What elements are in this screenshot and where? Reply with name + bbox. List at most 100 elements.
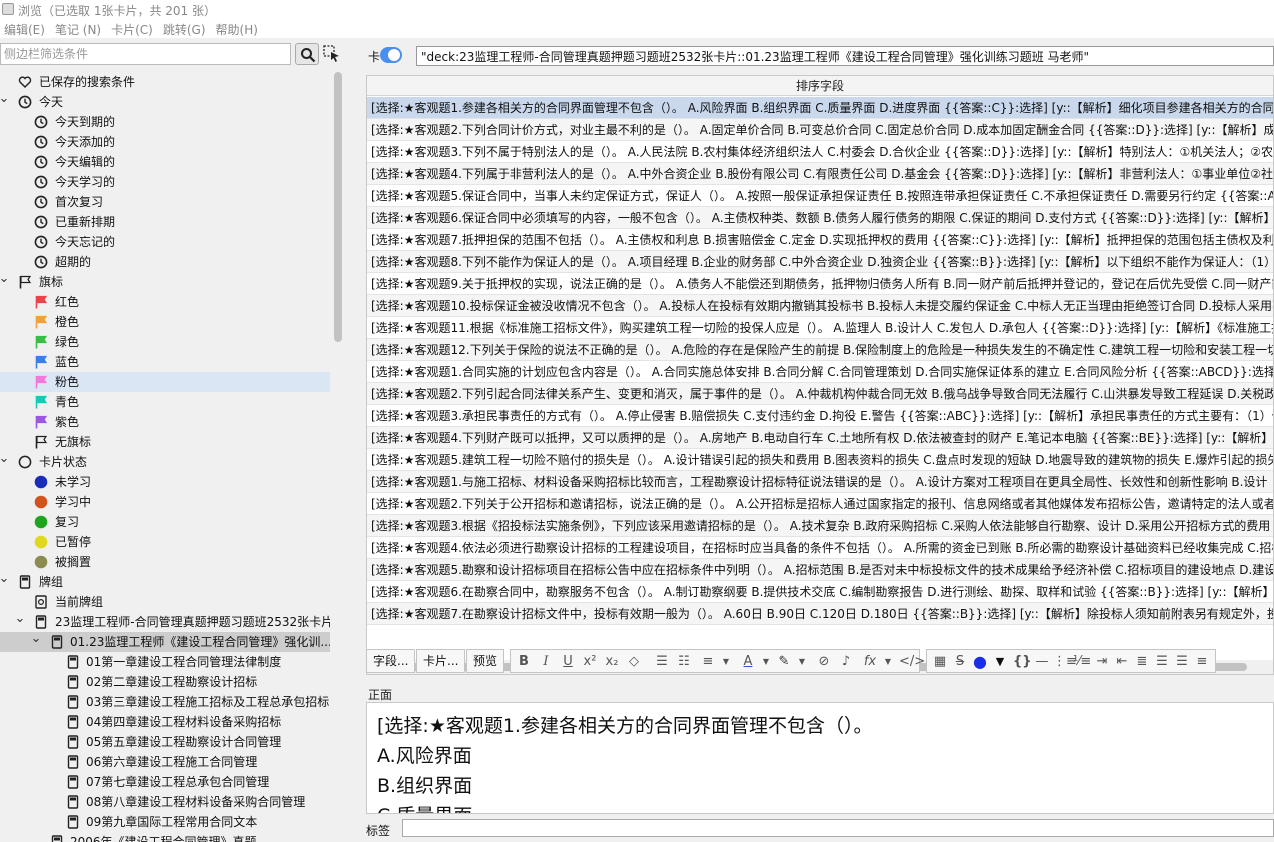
table-row[interactable]: [选择:★客观题3.下列不属于特别法人的是（）。 A.人民法院 B.农村集体经济… <box>367 141 1273 163</box>
chevron-down-icon[interactable]: ⌄ <box>0 272 10 286</box>
unordered-list-icon[interactable]: ⋮≡ <box>1053 653 1077 671</box>
sidebar-item[interactable]: 学习中 <box>0 492 330 512</box>
table-row[interactable]: [选择:★客观题5.保证合同中，当事人未约定保证方式，保证人（）。 A.按照一般… <box>367 185 1273 207</box>
table-row[interactable]: [选择:★客观题2.下列关于公开招标和邀请招标，说法正确的是（）。 A.公开招标… <box>367 493 1273 515</box>
fields-button[interactable]: 字段... <box>366 649 416 673</box>
ordered-list-icon[interactable]: ⅟≡ <box>1073 653 1091 671</box>
table-row[interactable]: [选择:★客观题6.保证合同中必须填写的内容，一般不包含（）。 A.主债权种类、… <box>367 207 1273 229</box>
superscript-icon[interactable]: x² <box>581 653 599 671</box>
table-row[interactable]: [选择:★客观题5.勘察和设计招标项目在招标公告中应在招标条件中列明（）。 A.… <box>367 559 1273 581</box>
sidebar-item[interactable]: 02第二章建设工程勘察设计招标 <box>0 672 330 692</box>
microphone-icon[interactable]: ♪ <box>837 653 855 671</box>
sidebar-item[interactable]: 已保存的搜索条件 <box>0 72 330 92</box>
align-center-icon[interactable]: ≣ <box>1133 653 1151 671</box>
cards-notes-toggle[interactable] <box>380 47 402 63</box>
attachment-icon[interactable]: ⊘ <box>815 653 833 671</box>
chevron-down-icon[interactable]: ▼ <box>879 653 897 671</box>
underline-icon[interactable]: U <box>559 653 577 671</box>
highlight-color-icon[interactable]: ✎ <box>775 653 793 671</box>
sidebar-item[interactable]: ⌄ 牌组 <box>0 572 330 592</box>
table-row[interactable]: [选择:★客观题4.下列属于非营利法人的是（）。 A.中外合资企业 B.股份有限… <box>367 163 1273 185</box>
sidebar-item[interactable]: ⌄ 今天 <box>0 92 330 112</box>
align-right-icon[interactable]: ☰ <box>1173 653 1191 671</box>
bold-icon[interactable]: B <box>515 653 533 671</box>
table-row[interactable]: [选择:★客观题11.根据《标准施工招标文件》，购买建筑工程一切险的投保人应是（… <box>367 317 1273 339</box>
column-header-sort-field[interactable]: 排序字段 <box>367 76 1273 96</box>
chevron-down-icon[interactable]: ⌄ <box>0 92 10 106</box>
table-row[interactable]: [选择:★客观题2.下列合同计价方式，对业主最不利的是（）。 A.固定单价合同 … <box>367 119 1273 141</box>
cards-button[interactable]: 卡片... <box>416 649 466 673</box>
search-query-input[interactable]: "deck:23监理工程师-合同管理真题押题习题班2532张卡片::01.23监… <box>416 46 1274 66</box>
select-mode-button[interactable] <box>322 44 342 64</box>
chevron-down-icon[interactable]: ▼ <box>793 653 811 671</box>
sidebar-item[interactable]: ⌄ 01.23监理工程师《建设工程合同管理》强化训... <box>0 632 330 652</box>
sidebar-item[interactable]: 09第九章国际工程常用合同文本 <box>0 812 330 832</box>
sidebar-item[interactable]: 未学习 <box>0 472 330 492</box>
sidebar-item[interactable]: 08第八章建设工程材料设备采购合同管理 <box>0 792 330 812</box>
sidebar-item[interactable]: 红色 <box>0 292 330 312</box>
chevron-down-icon[interactable]: ⌄ <box>0 452 10 466</box>
sidebar-item[interactable]: 绿色 <box>0 332 330 352</box>
table-row[interactable]: [选择:★客观题7.在勘察设计招标文件中，投标有效期一般为（）。 A.60日 B… <box>367 603 1273 625</box>
table-row[interactable]: [选择:★客观题5.建筑工程一切险不赔付的损失是（）。 A.设计错误引起的损失和… <box>367 449 1273 471</box>
html-editor-icon[interactable]: </> <box>899 653 925 671</box>
sidebar-item[interactable]: 05第五章建设工程勘察设计合同管理 <box>0 732 330 752</box>
sidebar-item[interactable]: 粉色 <box>0 372 330 392</box>
sidebar-item[interactable]: 已暂停 <box>0 532 330 552</box>
sidebar-item[interactable]: 今天忘记的 <box>0 232 330 252</box>
indent-icon[interactable]: ⇥ <box>1093 653 1111 671</box>
sidebar-search-input[interactable] <box>0 43 291 65</box>
sidebar-item[interactable]: 07第七章建设工程总承包合同管理 <box>0 772 330 792</box>
sidebar-item[interactable]: 超期的 <box>0 252 330 272</box>
sidebar-item[interactable]: 03第三章建设工程施工招标及工程总承包招标 <box>0 692 330 712</box>
chevron-down-icon[interactable]: ⌄ <box>14 612 26 626</box>
text-color-icon[interactable]: A <box>739 653 757 671</box>
table-row[interactable]: [选择:★客观题2.下列引起合同法律关系产生、变更和消灭，属于事件的是（）。 A… <box>367 383 1273 405</box>
sidebar-scrollbar[interactable] <box>331 72 345 842</box>
menu-edit[interactable]: 编辑(E) <box>0 20 51 38</box>
sidebar-item[interactable]: 复习 <box>0 512 330 532</box>
strikethrough-icon[interactable]: S <box>951 653 969 671</box>
sidebar-item[interactable]: 蓝色 <box>0 352 330 372</box>
sidebar-item[interactable]: 被搁置 <box>0 552 330 572</box>
front-field-editor[interactable]: [选择:★客观题1.参建各相关方的合同界面管理不包含（）。 A.风险界面 B.组织界… <box>366 702 1274 814</box>
sidebar-item[interactable]: ⌄ 卡片状态 <box>0 452 330 472</box>
sidebar-scrollbar-thumb[interactable] <box>334 72 342 342</box>
sidebar-item[interactable]: 无旗标 <box>0 432 330 452</box>
sidebar-item[interactable]: ⌄ 旗标 <box>0 272 330 292</box>
sidebar-item[interactable]: 06第六章建设工程施工合同管理 <box>0 752 330 772</box>
sidebar-item[interactable]: 04第四章建设工程材料设备采购招标 <box>0 712 330 732</box>
formula-icon[interactable]: fx <box>861 653 879 671</box>
table-row[interactable]: [选择:★客观题12.下列关于保险的说法不正确的是（）。 A.危险的存在是保险产… <box>367 339 1273 361</box>
bullet-list-icon[interactable]: ☰ <box>653 653 671 671</box>
chevron-down-icon[interactable]: ▼ <box>757 653 775 671</box>
outdent-icon[interactable]: ⇤ <box>1113 653 1131 671</box>
splitter[interactable] <box>346 40 360 842</box>
sidebar-item[interactable]: 青色 <box>0 392 330 412</box>
sidebar-item[interactable]: 01第一章建设工程合同管理法律制度 <box>0 652 330 672</box>
horizontal-rule-icon[interactable]: — <box>1033 653 1051 671</box>
table-row[interactable]: [选择:★客观题3.根据《招投标法实施条例》，下列应该采用邀请招标的是（）。 A… <box>367 515 1273 537</box>
search-button[interactable] <box>295 43 319 65</box>
chevron-down-icon[interactable]: ▼ <box>717 653 735 671</box>
preview-button[interactable]: 预览 <box>466 649 505 673</box>
table-row[interactable]: [选择:★客观题9.关于抵押权的实现，说法正确的是（）。 A.债务人不能偿还到期… <box>367 273 1273 295</box>
table-row[interactable]: [选择:★客观题3.承担民事责任的方式有（）。 A.停止侵害 B.赔偿损失 C.… <box>367 405 1273 427</box>
menu-notes[interactable]: 笔记 (N) <box>51 20 107 38</box>
table-row[interactable]: [选择:★客观题1.参建各相关方的合同界面管理不包含（）。 A.风险界面 B.组… <box>367 97 1273 119</box>
sidebar-item[interactable]: 橙色 <box>0 312 330 332</box>
menu-go[interactable]: 跳转(G) <box>159 20 212 38</box>
sidebar-item[interactable]: 2006年《建设工程合同管理》真题 <box>0 832 330 842</box>
chevron-down-icon[interactable]: ⌄ <box>0 572 10 586</box>
table-row[interactable]: [选择:★客观题4.依法必须进行勘察设计招标的工程建设项目，在招标时应当具备的条… <box>367 537 1273 559</box>
sidebar-item[interactable]: 当前牌组 <box>0 592 330 612</box>
tags-input[interactable] <box>402 819 1274 837</box>
subscript-icon[interactable]: x₂ <box>603 653 621 671</box>
sidebar-item[interactable]: ⌄ 23监理工程师-合同管理真题押题习题班2532张卡片 <box>0 612 330 632</box>
sidebar-item[interactable]: 今天学习的 <box>0 172 330 192</box>
align-left-icon[interactable]: ☰ <box>1153 653 1171 671</box>
table-row[interactable]: [选择:★客观题1.与施工招标、材料设备采购招标比较而言，工程勘察设计招标特征说… <box>367 471 1273 493</box>
menu-help[interactable]: 帮助(H) <box>212 20 264 38</box>
table-icon[interactable]: ▦ <box>931 653 949 671</box>
numbered-list-icon[interactable]: ☷ <box>675 653 693 671</box>
